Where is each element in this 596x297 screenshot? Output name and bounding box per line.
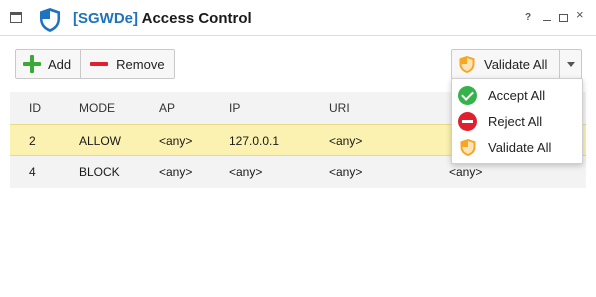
menu-item-label: Validate All [488, 139, 552, 155]
maximize-button[interactable] [559, 14, 568, 22]
cell-ip: 127.0.0.1 [229, 134, 280, 148]
title-bar: [SGWDe] Access Control ? × [0, 0, 596, 36]
add-label: Add [48, 56, 72, 72]
close-button[interactable]: × [576, 8, 584, 21]
remove-label: Remove [116, 56, 165, 72]
check-circle-icon [458, 85, 477, 105]
cell-id: 4 [29, 165, 36, 179]
column-header-ap[interactable]: AP [159, 92, 175, 124]
plus-icon [23, 55, 41, 73]
menu-item-label: Reject All [488, 113, 543, 129]
validate-all-button[interactable]: Validate All [452, 50, 559, 78]
chevron-down-icon [566, 61, 575, 67]
validate-dropdown-toggle[interactable] [559, 50, 581, 78]
menu-item-accept-all[interactable]: Accept All [452, 82, 582, 108]
shield-icon [460, 138, 476, 156]
validate-all-split-button: Validate All [451, 49, 582, 79]
remove-button[interactable]: Remove [80, 50, 173, 78]
validate-dropdown-menu: Accept All Reject All Validate All [451, 78, 583, 164]
minus-icon [90, 62, 109, 66]
shield-logo-icon [40, 8, 60, 32]
menu-item-reject-all[interactable]: Reject All [452, 108, 582, 134]
add-button[interactable]: Add [16, 50, 80, 78]
cell-id: 2 [29, 134, 36, 148]
validate-all-label: Validate All [484, 56, 548, 72]
add-remove-group: Add Remove [15, 49, 175, 79]
cell-ap: <any> [159, 165, 193, 179]
cell-ip: <any> [229, 165, 263, 179]
window-title: [SGWDe] Access Control [73, 10, 252, 27]
cell-mode: BLOCK [79, 165, 120, 179]
title-label: Access Control [141, 10, 252, 27]
cell-mode: ALLOW [79, 134, 122, 148]
window-icon [10, 12, 22, 23]
column-header-mode[interactable]: MODE [79, 92, 115, 124]
cell-uri: <any> [329, 134, 363, 148]
column-header-id[interactable]: ID [29, 92, 41, 124]
menu-item-label: Accept All [488, 87, 546, 103]
menu-item-validate-all[interactable]: Validate All [452, 134, 582, 160]
column-header-ip[interactable]: IP [229, 92, 240, 124]
help-button[interactable]: ? [525, 13, 531, 23]
shield-icon [459, 55, 475, 73]
title-tag: [SGWDe] [73, 10, 138, 27]
cell-ap: <any> [159, 134, 193, 148]
minimize-button[interactable] [543, 12, 551, 21]
minus-circle-icon [458, 111, 477, 131]
column-header-uri[interactable]: URI [329, 92, 350, 124]
cell-uri: <any> [329, 165, 363, 179]
